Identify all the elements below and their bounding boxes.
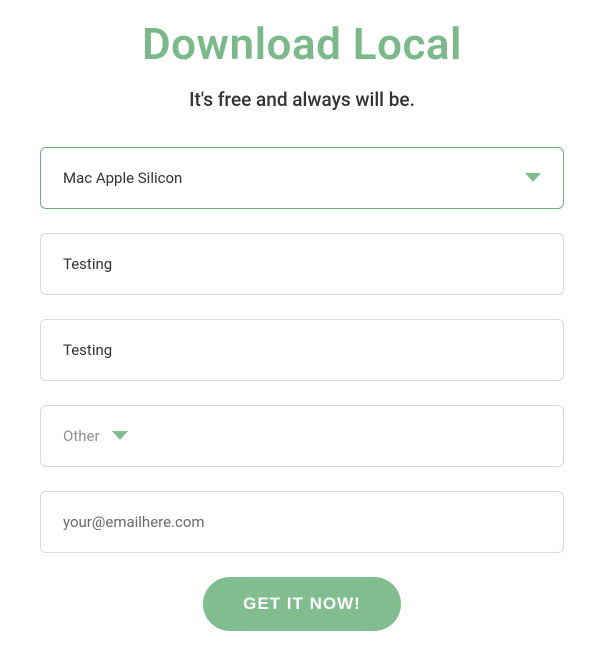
platform-select[interactable]: Mac Apple Silicon: [40, 147, 564, 209]
page-title: Download Local: [40, 18, 564, 70]
reason-select-value: Other: [63, 427, 100, 445]
reason-select[interactable]: Other: [40, 405, 564, 467]
last-name-value: Testing: [63, 341, 541, 359]
get-it-now-button[interactable]: GET IT NOW!: [203, 577, 401, 631]
last-name-field[interactable]: Testing: [40, 319, 564, 381]
chevron-down-icon: [112, 431, 128, 441]
email-field[interactable]: [63, 513, 541, 531]
email-field-wrapper: [40, 491, 564, 553]
chevron-down-icon: [525, 173, 541, 183]
first-name-value: Testing: [63, 255, 541, 273]
platform-select-value: Mac Apple Silicon: [63, 169, 513, 187]
page-subtitle: It's free and always will be.: [40, 88, 564, 111]
first-name-field[interactable]: Testing: [40, 233, 564, 295]
